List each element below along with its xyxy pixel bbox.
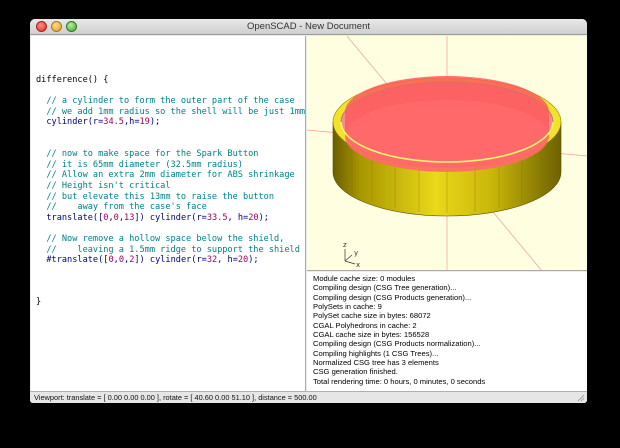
code-line[interactable]: // we add 1mm radius so the shell will b… [36,107,305,118]
code-line[interactable] [36,223,305,234]
code-line[interactable] [36,139,305,150]
code-line[interactable]: } [36,297,305,308]
code-line[interactable]: // leaving a 1.5mm ridge to support the … [36,245,305,256]
viewport-status-text: Viewport: translate = [ 0.00 0.00 0.00 ]… [34,393,317,402]
code-text[interactable]: difference() { // a cylinder to form the… [36,75,305,308]
openscad-window: OpenSCAD - New Document difference() { /… [30,19,587,403]
axis-label-z: z [343,241,347,249]
code-line[interactable] [36,287,305,298]
console-line: CGAL Polyhedrons in cache: 2 [313,320,417,330]
code-line[interactable]: // Height isn't critical [36,181,305,192]
3d-viewport[interactable]: z y x [307,36,587,271]
axis-label-x: x [356,261,360,269]
console-line: Total rendering time: 0 hours, 0 minutes… [313,376,486,386]
console-line: Compiling highlights (1 CSG Trees)... [313,348,439,358]
code-line[interactable]: // away from the case's face [36,202,305,213]
code-line[interactable]: difference() { [36,75,305,86]
console-line: PolySets in cache: 9 [313,302,382,312]
code-line[interactable] [36,276,305,287]
console-line: CSG generation finished. [313,367,398,377]
console-line: PolySet cache size in bytes: 68072 [313,311,431,321]
code-line[interactable]: #translate([0,0,2]) cylinder(r=32, h=20)… [36,255,305,266]
title-bar[interactable]: OpenSCAD - New Document [30,19,587,35]
code-line[interactable]: // now to make space for the Spark Butto… [36,149,305,160]
console-line: CGAL cache size in bytes: 156528 [313,330,430,340]
code-line[interactable] [36,128,305,139]
code-line[interactable]: // Now remove a hollow space below the s… [36,234,305,245]
code-line[interactable]: // a cylinder to form the outer part of … [36,96,305,107]
code-line[interactable] [36,266,305,277]
code-line[interactable] [36,86,305,97]
window-title: OpenSCAD - New Document [246,21,371,32]
code-line[interactable]: // but elevate this 13mm to raise the bu… [36,192,305,203]
console-line: Compiling design (CSG Products generatio… [313,292,472,302]
console-line: Compiling design (CSG Products normaliza… [313,339,481,349]
code-editor[interactable]: difference() { // a cylinder to form the… [31,36,306,391]
code-line[interactable]: // Allow an extra 2mm diameter for ABS s… [36,170,305,181]
render-canvas[interactable]: z y x [307,36,587,271]
status-bar: Viewport: translate = [ 0.00 0.00 0.00 ]… [30,391,587,403]
axes-indicator: z y x [343,241,360,269]
resize-grip-icon[interactable] [576,393,585,402]
code-line[interactable]: translate([0,0,13]) cylinder(r=33.5, h=2… [36,213,305,224]
axis-label-y: y [354,249,358,257]
console-output[interactable]: Module cache size: 0 modules Compiling de… [307,272,587,391]
code-line[interactable]: // it is 65mm diameter (32.5mm radius) [36,160,305,171]
console-line: Compiling design (CSG Tree generation)..… [313,283,457,293]
console-line: Module cache size: 0 modules [313,274,416,283]
code-line[interactable]: cylinder(r=34.5,h=19); [36,117,305,128]
console-line: Normalized CSG tree has 3 elements [313,358,439,368]
